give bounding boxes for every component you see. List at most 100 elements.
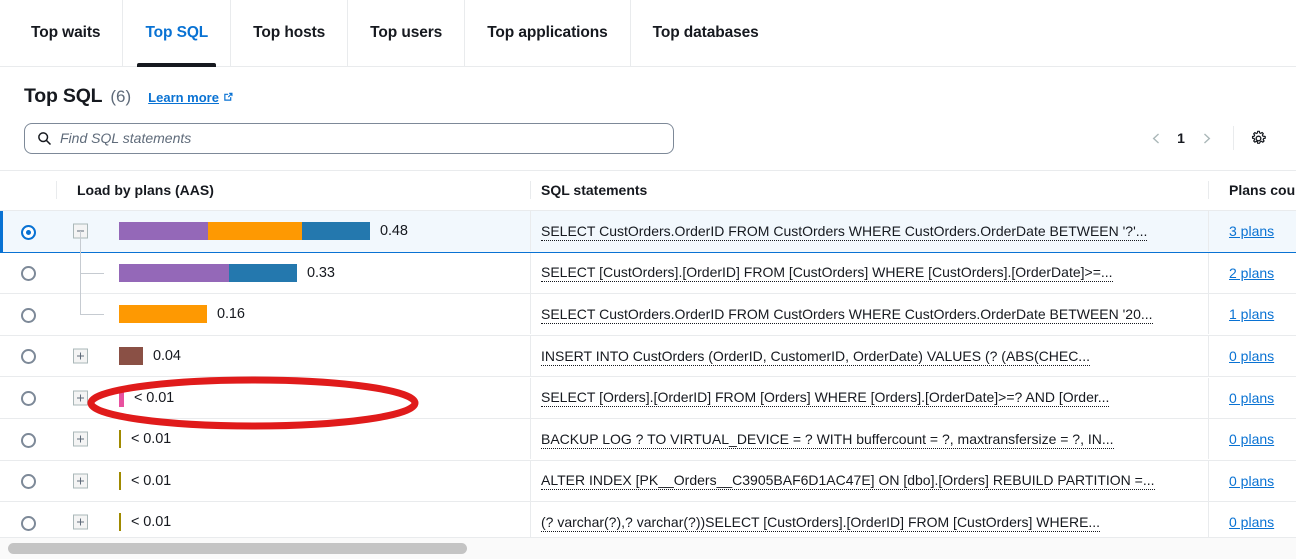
sql-statement-cell: INSERT INTO CustOrders (OrderID, Custome… [530,335,1208,377]
sql-statement-cell: SELECT [Orders].[OrderID] FROM [Orders] … [530,377,1208,419]
scrollbar-thumb[interactable] [8,543,467,554]
external-link-icon [222,91,234,106]
load-bar-segment [119,513,121,531]
load-by-plans-cell: 0.48 [56,211,530,253]
sql-statement-link[interactable]: (? varchar(?),? varchar(?))SELECT [CustO… [541,513,1100,532]
column-header-plans-label: Plans count [1208,181,1296,199]
row-radio-button[interactable] [21,516,36,531]
sql-statement-link[interactable]: SELECT [Orders].[OrderID] FROM [Orders] … [541,388,1109,407]
plans-count-link[interactable]: 0 plans [1229,473,1274,489]
row-radio-button[interactable] [21,433,36,448]
load-bar [119,305,207,323]
sql-statement-link[interactable]: SELECT [CustOrders].[OrderID] FROM [Cust… [541,263,1113,282]
plans-count-link[interactable]: 0 plans [1229,348,1274,364]
tab-list: Top waitsTop SQLTop hosts Top users Top ap… [9,0,781,66]
horizontal-scrollbar[interactable] [0,537,1296,559]
load-bar-segment [119,264,229,282]
row-select-cell[interactable] [0,377,56,419]
load-value-label: 0.48 [380,223,408,239]
table-row[interactable]: < 0.01BACKUP LOG ? TO VIRTUAL_DEVICE = ?… [0,418,1296,460]
plans-count-cell: 2 plans [1208,252,1296,294]
next-page-button[interactable] [1189,122,1223,154]
expand-row-icon[interactable] [73,390,88,405]
tab-top-users[interactable]: Top users [347,0,464,66]
plans-count-link[interactable]: 3 plans [1229,223,1274,239]
sql-statement-link[interactable]: INSERT INTO CustOrders (OrderID, Custome… [541,347,1090,366]
row-select-cell[interactable] [0,294,56,336]
table-row[interactable]: 0.48 SELECT CustOrders.OrderID FROM CustO… [0,211,1296,253]
load-bar-segment [119,347,143,365]
tab-top-waits[interactable]: Top waits [9,0,122,66]
sql-statement-cell: SELECT CustOrders.OrderID FROM CustOrder… [530,294,1208,336]
tree-line [80,292,81,314]
sql-statement-link[interactable]: SELECT CustOrders.OrderID FROM CustOrder… [541,305,1153,324]
row-radio-button[interactable] [21,225,36,240]
row-select-cell[interactable] [0,252,56,294]
search-input[interactable] [60,124,673,153]
column-header-plans[interactable]: Plans count [1208,171,1296,211]
sql-statement-link[interactable]: ALTER INDEX [PK__Orders__C3905BAF6D1AC47… [541,471,1155,490]
row-radio-button[interactable] [21,474,36,489]
table-row[interactable]: 0.33 SELECT [CustOrders].[OrderID] FROM [… [0,252,1296,294]
load-by-plans-cell: < 0.01 [56,377,530,419]
gear-icon [1249,129,1268,148]
table-row[interactable]: 0.04 INSERT INTO CustOrders (OrderID, Cus… [0,335,1296,377]
sql-statement-cell: BACKUP LOG ? TO VIRTUAL_DEVICE = ? WITH … [530,418,1208,460]
preferences-button[interactable] [1242,122,1274,154]
tab-top-databases[interactable]: Top databases [630,0,781,66]
plans-count-link[interactable]: 0 plans [1229,431,1274,447]
expand-row-icon[interactable] [73,349,88,364]
row-radio-button[interactable] [21,266,36,281]
tree-toggle-area [56,211,119,251]
expand-row-icon[interactable] [73,432,88,447]
tab-top-sql[interactable]: Top SQL [122,0,230,66]
row-radio-button[interactable] [21,349,36,364]
table-row[interactable]: < 0.01 SELECT [Orders].[OrderID] FROM [Or… [0,377,1296,419]
plans-count-cell: 0 plans [1208,418,1296,460]
tab-label: Top users [370,24,442,42]
load-value-label: 0.04 [153,348,181,364]
page-number[interactable]: 1 [1173,130,1189,146]
column-header-sql[interactable]: SQL statements [530,171,1208,211]
table-row[interactable]: 0.16SELECT CustOrders.OrderID FROM CustO… [0,294,1296,336]
row-select-cell[interactable] [0,335,56,377]
tab-top-hosts[interactable]: Top hosts [230,0,347,66]
row-radio-button[interactable] [21,308,36,323]
load-value-label: 0.33 [307,265,335,281]
tree-toggle-area [56,419,119,459]
learn-more-link[interactable]: Learn more [148,90,234,105]
plans-count-cell: 1 plans [1208,294,1296,336]
plans-count-link[interactable]: 1 plans [1229,306,1274,322]
table-row[interactable]: < 0.01 ALTER INDEX [PK__Orders__C3905BAF6… [0,460,1296,502]
load-bar [119,389,124,407]
column-header-load-label: Load by plans (AAS) [56,181,530,199]
plans-count-link[interactable]: 2 plans [1229,265,1274,281]
column-header-load[interactable]: Load by plans (AAS) [56,171,530,211]
plans-count-link[interactable]: 0 plans [1229,390,1274,406]
expand-row-icon[interactable] [73,473,88,488]
row-select-cell[interactable] [0,460,56,502]
toolbar-divider [1233,126,1234,150]
chevron-left-icon [1150,132,1163,145]
row-select-cell[interactable] [0,211,56,253]
sql-statement-link[interactable]: BACKUP LOG ? TO VIRTUAL_DEVICE = ? WITH … [541,430,1114,449]
tree-elbow [80,273,104,274]
load-bar-segment [208,222,302,240]
row-radio-button[interactable] [21,391,36,406]
sql-statement-link[interactable]: SELECT CustOrders.OrderID FROM CustOrder… [541,222,1147,241]
pagination: 1 [1139,122,1274,154]
search-box[interactable] [24,123,674,154]
tab-top-applications[interactable]: Top applications [464,0,629,66]
previous-page-button[interactable] [1139,122,1173,154]
load-bar-segment [302,222,370,240]
plans-count-cell: 0 plans [1208,460,1296,502]
plans-count-link[interactable]: 0 plans [1229,514,1274,530]
row-select-cell[interactable] [0,418,56,460]
load-by-plans-cell: < 0.01 [56,460,530,502]
load-by-plans-cell: 0.04 [56,335,530,377]
table-toolbar: 1 [0,114,1296,170]
chevron-right-icon [1200,132,1213,145]
expand-row-icon[interactable] [73,515,88,530]
tab-label: Top applications [487,24,607,42]
learn-more-label: Learn more [148,90,219,105]
